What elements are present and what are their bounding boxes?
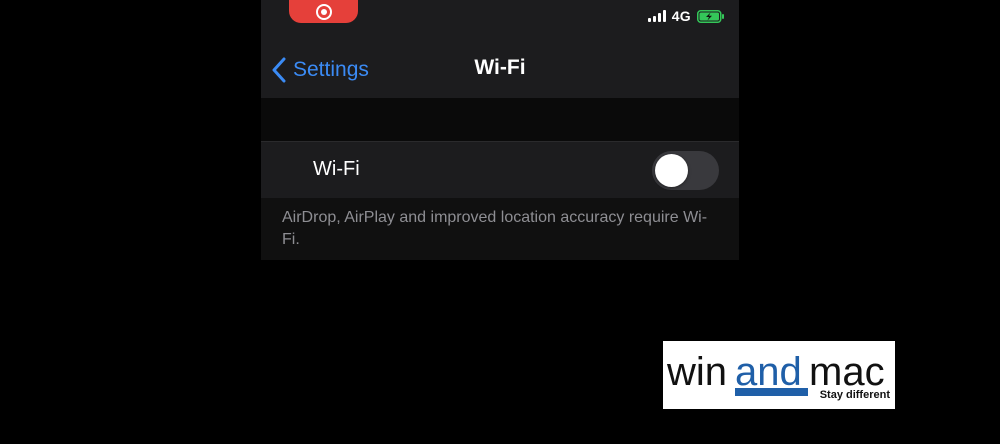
section-spacer [261, 98, 739, 141]
network-type: 4G [671, 8, 691, 24]
battery-charging-icon [697, 10, 724, 23]
wifi-setting-label: Wi-Fi [313, 158, 360, 180]
screen-recording-indicator[interactable] [289, 0, 358, 23]
wifi-footnote: AirDrop, AirPlay and improved location a… [282, 209, 708, 248]
logo-tagline: Stay different [820, 389, 891, 401]
cellular-signal-icon [647, 10, 666, 22]
logo-text-win: win [666, 350, 727, 394]
winandmac-logo: win and mac Stay different [663, 341, 895, 409]
screen: 4G Settings Wi-Fi Wi-Fi AirDrop, AirPlay… [0, 0, 1000, 444]
record-icon [315, 3, 332, 20]
page-title: Wi-Fi [474, 56, 526, 79]
logo-text-and: and [735, 350, 802, 394]
wifi-setting-row: Wi-Fi [261, 141, 739, 198]
logo-text-mac: mac [809, 350, 885, 394]
status-bar-right: 4G [647, 7, 724, 25]
wifi-toggle[interactable] [652, 151, 719, 190]
navigation-bar: 4G Settings Wi-Fi [261, 0, 739, 98]
phone-screen: 4G Settings Wi-Fi Wi-Fi AirDrop, AirPlay… [261, 0, 739, 260]
toggle-knob [655, 154, 688, 187]
